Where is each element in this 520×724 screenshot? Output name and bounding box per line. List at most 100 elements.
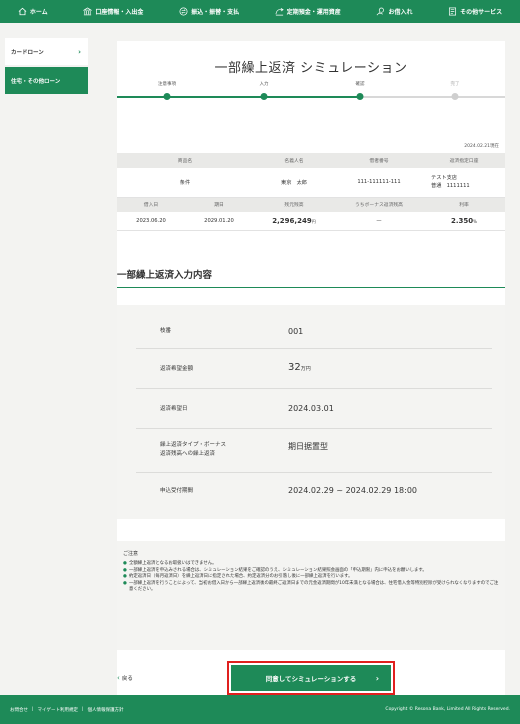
sidebar-item-label: カードローン — [11, 49, 44, 56]
transfer-icon — [179, 7, 188, 16]
top-nav: ホーム 口座情報・入出金 振込・振替・支払 定期預金・運用資産 お借入れ その他… — [0, 0, 520, 23]
chevron-right-icon: › — [375, 673, 379, 683]
type-label-line2: 返済残高への繰上返済 — [160, 451, 216, 457]
nav-services[interactable]: その他サービス — [430, 0, 520, 23]
date-label: 返済希望日 — [160, 406, 188, 412]
header-account: 返済指定口座 — [423, 153, 505, 168]
nav-label-loan: お借入れ — [388, 9, 413, 16]
amount-label: 返済希望金額 — [160, 366, 194, 372]
back-link[interactable]: ‹ 戻る — [117, 674, 133, 682]
branch-value: 001 — [288, 327, 304, 336]
table-header-row: 借入日 期日 残元残高 うちボーナス返済残高 利率 — [117, 197, 505, 212]
footer-link-terms[interactable]: マイゲート利用規定 — [38, 707, 79, 713]
progress-steps: 注意事項 入力 確認 完了 — [117, 77, 505, 107]
date-value: 2024.03.01 — [288, 404, 334, 413]
step-label-complete: 完了 — [450, 82, 460, 87]
header-due-date: 期日 — [185, 197, 253, 212]
header-holder: 名義人名 — [253, 153, 335, 168]
footer-link-contact[interactable]: お問合せ — [10, 707, 28, 713]
rate-value: 2.350 — [451, 216, 474, 225]
footer-links: お問合せ | マイゲート利用規定 | 個人情報保護方針 — [10, 706, 124, 713]
chevron-right-icon: › — [78, 47, 81, 56]
progress-bar-remaining — [360, 96, 505, 98]
nav-label-home: ホーム — [29, 9, 48, 16]
amount-number: 32 — [288, 362, 301, 373]
type-label: 繰上返済タイプ・ボーナス 返済残高への繰上返済 — [160, 441, 226, 459]
header-product: 商品名 — [117, 153, 253, 168]
submit-label: 同意してシミュレーションする — [265, 675, 357, 683]
summary-row-date: 返済希望日 2024.03.01 — [136, 389, 492, 429]
agree-simulate-button[interactable]: 同意してシミュレーションする › — [231, 665, 391, 691]
note-item: ● 一部繰上返済を行うことによって、当初お借入日から一部繰上返済後の最終ご返済日ま… — [123, 581, 499, 594]
nav-deposit[interactable]: 定期預金・運用資産 — [257, 0, 359, 23]
step-dot — [451, 93, 459, 100]
notes-box: ご注意 ● 全額繰上返済となるお取扱いはできません。 ● 一部繰上返済を申込みされる… — [117, 541, 505, 650]
cell-rate: 2.350% — [423, 212, 505, 231]
chevron-left-icon: ‹ — [117, 674, 120, 682]
footer: お問合せ | マイゲート利用規定 | 個人情報保護方針 Copyright © … — [0, 695, 520, 724]
balance-unit: 円 — [311, 218, 316, 224]
summary-row-type: 繰上返済タイプ・ボーナス 返済残高への繰上返済 期日据置型 — [136, 429, 492, 473]
amount-unit: 万円 — [300, 366, 311, 372]
nav-label-transfer: 振込・振替・支払 — [191, 9, 240, 16]
type-value: 期日据置型 — [288, 442, 328, 451]
step-label-notice: 注意事項 — [158, 82, 176, 87]
nav-label-account: 口座情報・入出金 — [95, 9, 144, 16]
period-label: 申込受付期間 — [160, 488, 194, 494]
home-icon — [18, 7, 27, 16]
nav-account[interactable]: 口座情報・入出金 — [66, 0, 162, 23]
nav-home[interactable]: ホーム — [0, 0, 66, 23]
loan-icon — [377, 7, 385, 16]
summary-row-period: 申込受付期間 2024.02.29 ~ 2024.02.29 18:00 — [136, 473, 492, 513]
nav-loan[interactable]: お借入れ — [359, 0, 431, 23]
nav-label-deposit: 定期預金・運用資産 — [286, 9, 341, 16]
cell-holder: 東京 太郎 — [253, 168, 335, 198]
back-label: 戻る — [121, 676, 133, 682]
header-balance: 残元残高 — [253, 197, 335, 212]
notes-title: ご注意 — [123, 551, 139, 557]
period-value: 2024.02.29 ~ 2024.02.29 18:00 — [288, 486, 417, 495]
progress-bar-complete — [117, 96, 360, 98]
cell-product: 条件 — [117, 168, 253, 198]
section-title: 一部繰上返済入力内容 — [117, 270, 213, 281]
page-title: 一部繰上返済 シミュレーション — [214, 61, 408, 76]
input-summary-box: 枝番 001 返済希望金額 32万円 返済希望日 2024.03.01 繰上返済… — [117, 305, 505, 519]
step-dot — [163, 93, 171, 100]
step-dot — [356, 93, 364, 100]
branch-label: 枝番 — [160, 328, 172, 334]
bank-icon — [83, 7, 93, 16]
footer-link-privacy[interactable]: 個人情報保護方針 — [88, 707, 124, 713]
deposit-icon — [275, 8, 284, 16]
services-icon — [449, 7, 457, 16]
step-label-confirm: 確認 — [355, 82, 365, 87]
cell-due-date: 2029.01.20 — [185, 212, 253, 231]
nav-label-services: その他サービス — [460, 9, 503, 16]
cell-borrower-no: 111-111111-111 — [335, 168, 423, 198]
header-rate: 利率 — [423, 197, 505, 212]
step-label-input: 入力 — [259, 82, 269, 87]
sidebar-item-card-loan[interactable]: カードローン › — [5, 38, 88, 65]
header-bonus-balance: うちボーナス返済残高 — [335, 197, 423, 212]
header-borrower-no: 借者番号 — [335, 153, 423, 168]
nav-transfer[interactable]: 振込・振替・支払 — [161, 0, 257, 23]
cell-account: テスト支店 普通 1111111 — [423, 168, 505, 198]
table-row: 2023.06.20 2029.01.20 2,296,249円 — 2.350… — [117, 212, 505, 231]
note-text: 一部繰上返済を行うことによって、当初お借入日から一部繰上返済後の最終ご返済日まで… — [129, 580, 499, 593]
summary-row-branch: 枝番 001 — [136, 313, 492, 349]
cell-bonus-balance: — — [335, 212, 423, 231]
table-header-row: 商品名 名義人名 借者番号 返済指定口座 — [117, 153, 505, 168]
header-loan-date: 借入日 — [117, 197, 185, 212]
as-of-date: 2024.02.21現在 — [464, 144, 499, 149]
copyright: Copyright © Resona Bank, Limited All Rig… — [385, 707, 510, 712]
content-panel: 一部繰上返済 シミュレーション 注意事項 入力 確認 完了 2024.02.21… — [117, 41, 505, 695]
balance-value: 2,296,249 — [272, 216, 312, 225]
sidebar-item-label: 住宅・その他ローン — [11, 78, 61, 85]
table-row: 条件 東京 太郎 111-111111-111 テスト支店 普通 1111111 — [117, 168, 505, 198]
sidebar-item-home-loan[interactable]: 住宅・その他ローン — [5, 67, 88, 94]
step-dot — [260, 93, 268, 100]
loan-info-table: 商品名 名義人名 借者番号 返済指定口座 条件 東京 太郎 111-111111… — [117, 153, 505, 231]
submit-highlight: 同意してシミュレーションする › — [227, 661, 395, 695]
main-area: 一部繰上返済 シミュレーション 注意事項 入力 確認 完了 2024.02.21… — [97, 23, 520, 695]
sidebar: カードローン › 住宅・その他ローン — [0, 23, 97, 695]
account-number: 普通 1111111 — [431, 183, 470, 190]
